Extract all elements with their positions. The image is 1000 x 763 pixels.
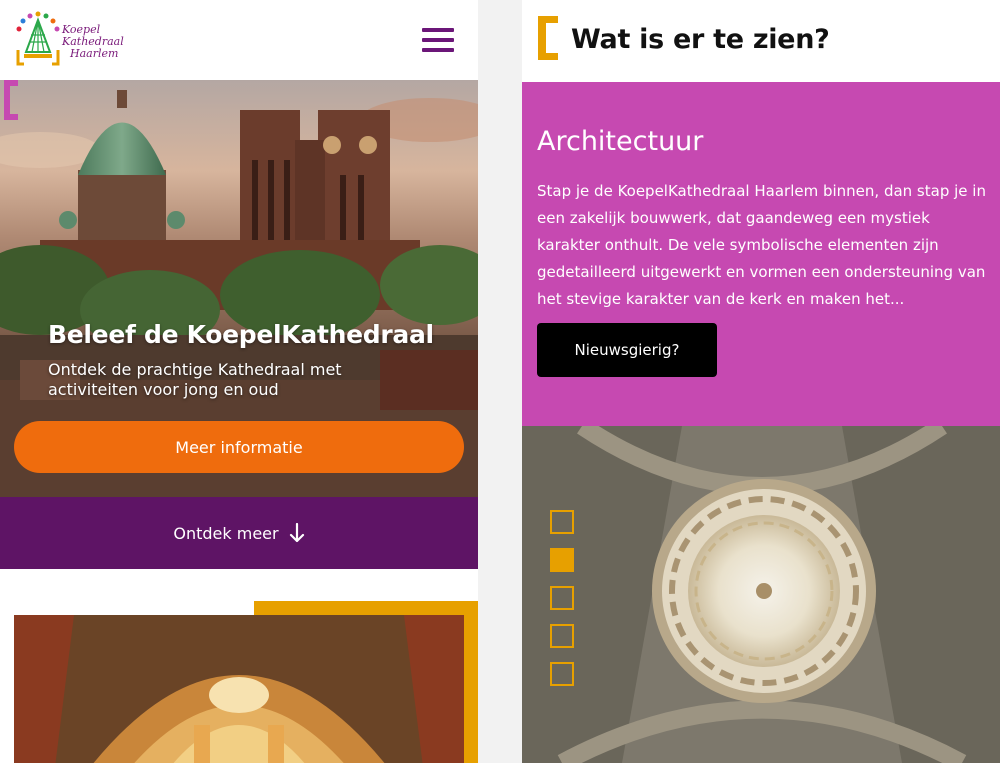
site-logo[interactable]: Koepel Kathedraal Haarlem [14,10,134,72]
feature-section [0,569,478,763]
pager-dot[interactable] [550,624,574,648]
discover-more-label: Ontdek meer [173,523,279,543]
section-bracket-decoration [538,16,558,60]
logo-line-3: Haarlem [70,47,119,60]
card-title: Architectuur [537,126,704,157]
right-phone-screen: Wat is er te zien? Architectuur Stap je … [522,0,1000,763]
hero-bracket-decoration [4,80,18,120]
discover-more-link[interactable]: Ontdek meer [0,497,478,569]
arrow-down-icon [289,523,304,543]
dome-illustration [522,426,1000,763]
pager-dot-active[interactable] [550,548,574,572]
pager-dot[interactable] [550,586,574,610]
menu-bar [422,28,454,32]
interior-photo [14,615,464,763]
curious-button[interactable]: Nieuwsgierig? [537,323,717,377]
architecture-card: Architectuur Stap je de KoepelKathedraal… [522,82,1000,426]
pager-dot[interactable] [550,662,574,686]
screen-gap [478,0,522,763]
hero-section: Beleef de KoepelKathedraal Ontdek de pra… [0,80,478,497]
menu-bar [422,38,454,42]
logo-text: Koepel Kathedraal Haarlem [62,24,124,60]
site-header: Koepel Kathedraal Haarlem [0,0,478,80]
menu-bar [422,48,454,52]
hero-title: Beleef de KoepelKathedraal [48,320,434,349]
logo-icon [16,11,60,66]
card-body: Stap je de KoepelKathedraal Haarlem binn… [537,182,986,308]
section-title: Wat is er te zien? [571,24,830,55]
hero-subtitle: Ontdek de prachtige Kathedraal met activ… [48,360,342,399]
menu-icon[interactable] [422,28,454,54]
left-phone-screen: Koepel Kathedraal Haarlem Beleef de Koep… [0,0,478,763]
pager-dot[interactable] [550,510,574,534]
interior-illustration [14,615,464,763]
section-header: Wat is er te zien? [522,0,1000,82]
dome-photo [522,426,1000,763]
more-info-button[interactable]: Meer informatie [14,421,464,473]
